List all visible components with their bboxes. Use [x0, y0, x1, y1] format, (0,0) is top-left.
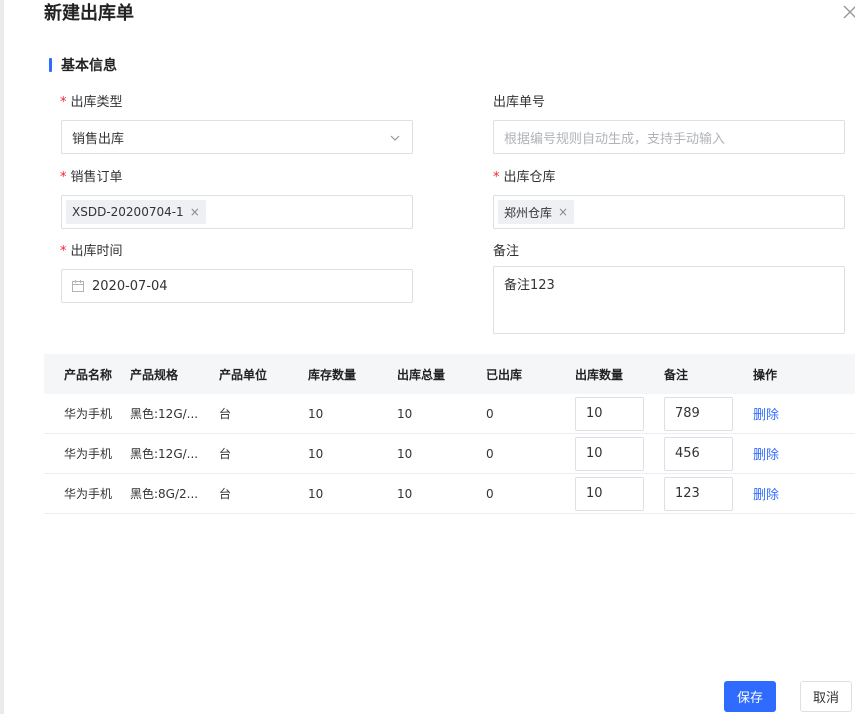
- header-out-qty: 出库数量: [575, 367, 624, 382]
- cell-product-spec: 黑色:8G/2...: [130, 487, 199, 501]
- type-label: * 出库类型: [60, 94, 123, 112]
- delete-link[interactable]: 删除: [753, 444, 813, 463]
- create-outbound-dialog: 新建出库单 基本信息 * 出库类型 销售出库 出库单号 根据编号规则自动生成，支持…: [4, 0, 855, 714]
- header-already-out: 已出库: [486, 367, 523, 382]
- warehouse-select[interactable]: 郑州仓库 ×: [493, 195, 845, 229]
- delete-link[interactable]: 删除: [753, 484, 813, 503]
- cell-product-unit: 台: [219, 487, 232, 501]
- tag-close-icon[interactable]: ×: [190, 205, 200, 219]
- section-title: 基本信息: [61, 58, 117, 74]
- product-table: 产品名称 产品规格 产品单位 库存数量 出库总量 已出库 出库数量 备注 操作 …: [44, 354, 855, 514]
- remark-value: 备注123: [504, 278, 555, 293]
- close-icon[interactable]: [842, 3, 855, 21]
- warehouse-label: * 出库仓库: [493, 169, 556, 187]
- cell-stock-qty: 10: [308, 486, 324, 501]
- required-mark: *: [60, 244, 67, 259]
- table-row: 华为手机 黑色:8G/2... 台 10 10 0 10 123 删除: [44, 474, 855, 514]
- header-action: 操作: [753, 367, 778, 382]
- table-header: 产品名称 产品规格 产品单位 库存数量 出库总量 已出库 出库数量 备注 操作: [44, 354, 855, 394]
- table-row: 华为手机 黑色:12G/... 台 10 10 0 10 456 删除: [44, 434, 855, 474]
- cell-product-spec: 黑色:12G/...: [130, 407, 199, 421]
- remark-input[interactable]: 456: [664, 436, 733, 471]
- cell-product-unit: 台: [219, 447, 232, 461]
- chevron-down-icon: [390, 135, 400, 141]
- header-product-spec: 产品规格: [130, 367, 179, 382]
- cell-total-out: 10: [397, 486, 413, 501]
- calendar-icon: [72, 280, 84, 292]
- header-total-out: 出库总量: [397, 367, 446, 382]
- number-label: 出库单号: [493, 95, 546, 110]
- order-select[interactable]: XSDD-20200704-1 ×: [61, 195, 413, 229]
- cell-stock-qty: 10: [308, 406, 324, 421]
- cell-product-name: 华为手机: [64, 447, 113, 461]
- save-button[interactable]: 保存: [724, 681, 776, 712]
- required-mark: *: [60, 95, 67, 110]
- warehouse-tag: 郑州仓库 ×: [498, 200, 575, 224]
- number-input-placeholder: 根据编号规则自动生成，支持手动输入: [504, 131, 726, 147]
- required-mark: *: [60, 170, 67, 185]
- dialog-title: 新建出库单: [44, 3, 134, 24]
- header-product-name: 产品名称: [64, 367, 113, 382]
- tag-close-icon[interactable]: ×: [558, 205, 568, 219]
- time-label: * 出库时间: [60, 243, 123, 261]
- type-select-value: 销售出库: [72, 131, 125, 147]
- remark-input[interactable]: 789: [664, 396, 733, 431]
- header-remark: 备注: [664, 367, 689, 382]
- out-qty-input[interactable]: 10: [575, 396, 644, 431]
- section-header: 基本信息: [49, 56, 117, 74]
- type-label-text: 出库类型: [70, 95, 123, 110]
- date-value: 2020-07-04: [92, 278, 168, 294]
- remark-label: 备注: [493, 244, 520, 259]
- order-tag: XSDD-20200704-1 ×: [66, 200, 206, 224]
- header-product-unit: 产品单位: [219, 367, 268, 382]
- cell-total-out: 10: [397, 446, 413, 461]
- warehouse-tag-text: 郑州仓库: [504, 205, 553, 220]
- cell-already-out: 0: [486, 486, 494, 501]
- number-input[interactable]: 根据编号规则自动生成，支持手动输入: [493, 120, 845, 154]
- required-mark: *: [493, 170, 500, 185]
- cell-stock-qty: 10: [308, 446, 324, 461]
- cell-product-spec: 黑色:12G/...: [130, 447, 199, 461]
- section-accent-bar: [49, 58, 52, 72]
- cell-total-out: 10: [397, 406, 413, 421]
- order-label: * 销售订单: [60, 169, 123, 187]
- type-select[interactable]: 销售出库: [61, 120, 413, 154]
- cell-product-name: 华为手机: [64, 407, 113, 421]
- time-label-text: 出库时间: [70, 244, 123, 259]
- order-tag-text: XSDD-20200704-1: [72, 205, 184, 219]
- cell-already-out: 0: [486, 406, 494, 421]
- delete-link[interactable]: 删除: [753, 404, 813, 423]
- date-picker[interactable]: 2020-07-04: [61, 269, 413, 303]
- cancel-button[interactable]: 取消: [800, 681, 852, 712]
- cell-already-out: 0: [486, 446, 494, 461]
- order-label-text: 销售订单: [70, 170, 123, 185]
- remark-textarea[interactable]: 备注123: [493, 266, 845, 334]
- cell-product-name: 华为手机: [64, 487, 113, 501]
- cell-product-unit: 台: [219, 407, 232, 421]
- table-row: 华为手机 黑色:12G/... 台 10 10 0 10 789 删除: [44, 394, 855, 434]
- out-qty-input[interactable]: 10: [575, 476, 644, 511]
- header-stock-qty: 库存数量: [308, 367, 357, 382]
- remark-input[interactable]: 123: [664, 476, 733, 511]
- warehouse-label-text: 出库仓库: [503, 170, 556, 185]
- out-qty-input[interactable]: 10: [575, 436, 644, 471]
